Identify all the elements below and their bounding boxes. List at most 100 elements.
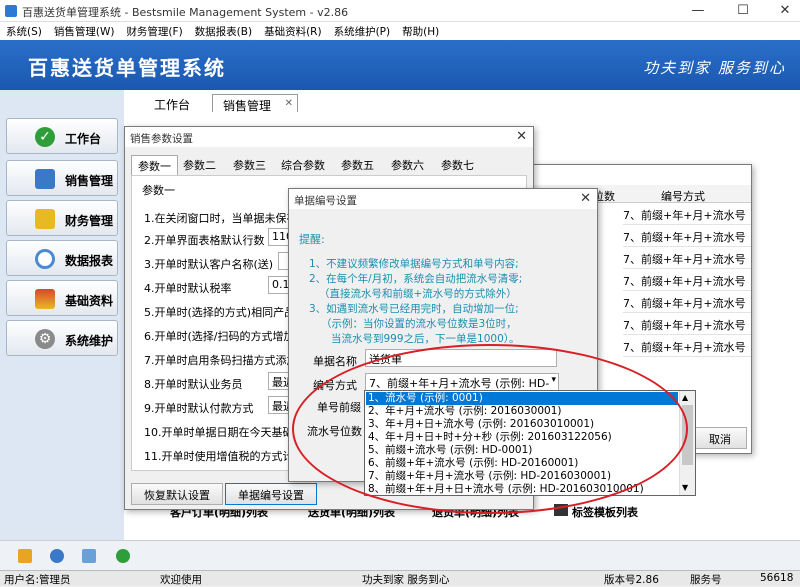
sidebar-item-reports[interactable]: 数据报表	[6, 240, 118, 276]
clock-icon[interactable]	[50, 549, 64, 563]
tab-params-6[interactable]: 参数六	[391, 157, 424, 173]
tab-params-3[interactable]: 参数三	[233, 157, 266, 173]
tab-sales[interactable]: 销售管理 ✕	[212, 94, 299, 113]
reset-defaults-button[interactable]: 恢复默认设置	[131, 483, 223, 505]
doc-name-input[interactable]: 送货单	[365, 349, 557, 367]
tab-sales-label: 销售管理	[223, 99, 272, 113]
gear-icon: ⚙	[35, 329, 55, 349]
banner-title: 百惠送货单管理系统	[28, 56, 226, 80]
sidebar-item-label: 财务管理	[65, 214, 114, 228]
table-row[interactable]: 7、前缀+年+月+流水号	[623, 291, 751, 313]
param-row: 8.开单时默认业务员	[144, 378, 243, 391]
menu-reports[interactable]: 数据报表(B)	[189, 22, 258, 39]
close-tab-icon[interactable]: ✕	[285, 98, 293, 109]
sidebar-item-sales[interactable]: 销售管理	[6, 160, 118, 196]
table-row[interactable]: 7、前缀+年+月+流水号	[623, 313, 751, 335]
window-titlebar: 百惠送货单管理系统 - Bestsmile Management System …	[0, 0, 800, 22]
table-row[interactable]: 7、前缀+年+月+流水号	[623, 203, 751, 225]
param-row: 11.开单时使用增值税的方式计	[144, 450, 294, 463]
param-row: 4.开单时默认税率	[144, 282, 232, 295]
status-service-number: 56618	[760, 572, 794, 584]
minimize-button[interactable]: —	[688, 3, 708, 19]
menubar: 系统(S) 销售管理(W) 财务管理(F) 数据报表(B) 基础资料(R) 系统维护(P)…	[0, 22, 800, 40]
tab-params-1[interactable]: 参数一	[131, 155, 178, 176]
table-row[interactable]: 7、前缀+年+月+流水号	[623, 225, 751, 247]
close-button[interactable]: ✕	[775, 3, 795, 19]
bottom-icon-bar	[0, 540, 800, 570]
numbering-method-value: 7、前缀+年+月+流水号 (示例: HD-	[369, 377, 550, 390]
sales-icon	[35, 169, 55, 189]
tip-line: 当流水号到999之后，下一单是1000）。	[331, 333, 520, 345]
menu-help[interactable]: 帮助(H)	[396, 22, 445, 39]
tip-line: 1、不建议频繁修改单据编号方式和单号内容;	[309, 258, 519, 270]
numbering-method-label: 编号方式	[313, 379, 357, 392]
numbering-settings-button[interactable]: 单据编号设置	[225, 483, 317, 505]
close-icon[interactable]: ✕	[516, 129, 527, 144]
table-row[interactable]: 7、前缀+年+月+流水号	[623, 335, 751, 357]
numbering-method-select[interactable]: 7、前缀+年+月+流水号 (示例: HD- ▾	[365, 373, 559, 391]
maximize-button[interactable]: ☐	[733, 3, 753, 19]
menu-sales[interactable]: 销售管理(W)	[48, 22, 121, 39]
scroll-thumb[interactable]	[682, 405, 693, 465]
chevron-down-icon: ▾	[551, 375, 556, 385]
edit-icon[interactable]	[18, 549, 32, 563]
params-tabs: 参数一 参数二 参数三 综合参数 参数五 参数六 参数七	[129, 155, 529, 176]
scroll-up-icon[interactable]: ▲	[682, 393, 692, 402]
numbering-options-list: 1、流水号 (示例: 0001) 2、年+月+流水号 (示例: 20160300…	[364, 390, 696, 496]
list-item[interactable]: 8、前缀+年+月+日+流水号 (示例: HD-201603010001)	[366, 483, 678, 496]
cancel-button[interactable]: 取消	[693, 427, 747, 449]
list-item[interactable]: 5、前缀+流水号 (示例: HD-0001)	[366, 444, 678, 457]
tip-line: （示例：当你设置的流水号位数是3位时，	[321, 318, 517, 330]
status-user: 用户名:管理员	[4, 574, 71, 586]
status-slogan: 功夫到家 服务到心	[362, 574, 450, 586]
monitor-icon[interactable]	[82, 549, 96, 563]
tip-line: 3、如遇到流水号已经用完时，自动增加一位;	[309, 303, 519, 315]
app-logo-icon	[5, 5, 17, 17]
group-title: 参数一	[142, 184, 175, 197]
tab-workbench[interactable]: 工作台	[144, 94, 200, 112]
menu-maintenance[interactable]: 系统维护(P)	[328, 22, 397, 39]
sidebar-item-maintenance[interactable]: ⚙ 系统维护	[6, 320, 118, 356]
sidebar-item-label: 工作台	[65, 132, 102, 146]
tip-line: （直接流水号和前缀+流水号的方式除外）	[319, 288, 517, 300]
folder-icon	[35, 209, 55, 229]
table-row[interactable]: 7、前缀+年+月+流水号	[623, 269, 751, 291]
sidebar-item-basic-data[interactable]: 基础资料	[6, 280, 118, 316]
list-item[interactable]: 6、前缀+年+流水号 (示例: HD-20160001)	[366, 457, 678, 470]
tab-params-general[interactable]: 综合参数	[281, 157, 325, 173]
list-item[interactable]: 1、流水号 (示例: 0001)	[366, 392, 678, 405]
param-row: 9.开单时默认付款方式	[144, 402, 254, 415]
link-label-templates[interactable]: 标签模板列表	[572, 504, 638, 520]
tab-params-7[interactable]: 参数七	[441, 157, 474, 173]
list-item[interactable]: 2、年+月+流水号 (示例: 2016030001)	[366, 405, 678, 418]
status-version: 版本号2.86	[604, 574, 659, 586]
power-icon[interactable]	[116, 549, 130, 563]
scroll-down-icon[interactable]: ▼	[682, 483, 692, 492]
status-service-label: 服务号	[690, 574, 722, 586]
digits-label: 流水号位数	[307, 425, 362, 438]
param-row: 5.开单时(选择的方式)相同产品	[144, 306, 296, 319]
tab-params-5[interactable]: 参数五	[341, 157, 374, 173]
building-icon	[35, 289, 55, 309]
list-item[interactable]: 4、年+月+日+时+分+秒 (示例: 201603122056)	[366, 431, 678, 444]
magnifier-icon	[35, 249, 55, 269]
tab-params-2[interactable]: 参数二	[183, 157, 216, 173]
list-scrollbar[interactable]: ▲ ▼	[679, 391, 695, 495]
prefix-label: 单号前缀	[317, 401, 361, 414]
work-tabs: 工作台 销售管理 ✕	[124, 90, 800, 113]
menu-system[interactable]: 系统(S)	[0, 22, 48, 39]
sidebar-item-label: 销售管理	[65, 174, 114, 188]
close-icon[interactable]: ✕	[580, 191, 591, 206]
list-item[interactable]: 3、年+月+日+流水号 (示例: 201603010001)	[366, 418, 678, 431]
tip-line: 2、在每个年/月初，系统会自动把流水号清零;	[309, 273, 523, 285]
doc-name-label: 单据名称	[313, 355, 357, 368]
menu-finance[interactable]: 财务管理(F)	[120, 22, 188, 39]
sidebar-item-finance[interactable]: 财务管理	[6, 200, 118, 236]
tip-text: 1、不建议频繁修改单据编号方式和单号内容; 2、在每个年/月初，系统会自动把流水…	[309, 257, 522, 347]
table-row[interactable]: 7、前缀+年+月+流水号	[623, 247, 751, 269]
list-item[interactable]: 7、前缀+年+月+流水号 (示例: HD-2016030001)	[366, 470, 678, 483]
param-row: 1.在关闭窗口时，当单据未保存	[144, 212, 298, 225]
sidebar-item-label: 数据报表	[65, 254, 114, 268]
sidebar-item-workbench[interactable]: ✓ 工作台	[6, 118, 118, 154]
menu-basic-data[interactable]: 基础资料(R)	[258, 22, 328, 39]
